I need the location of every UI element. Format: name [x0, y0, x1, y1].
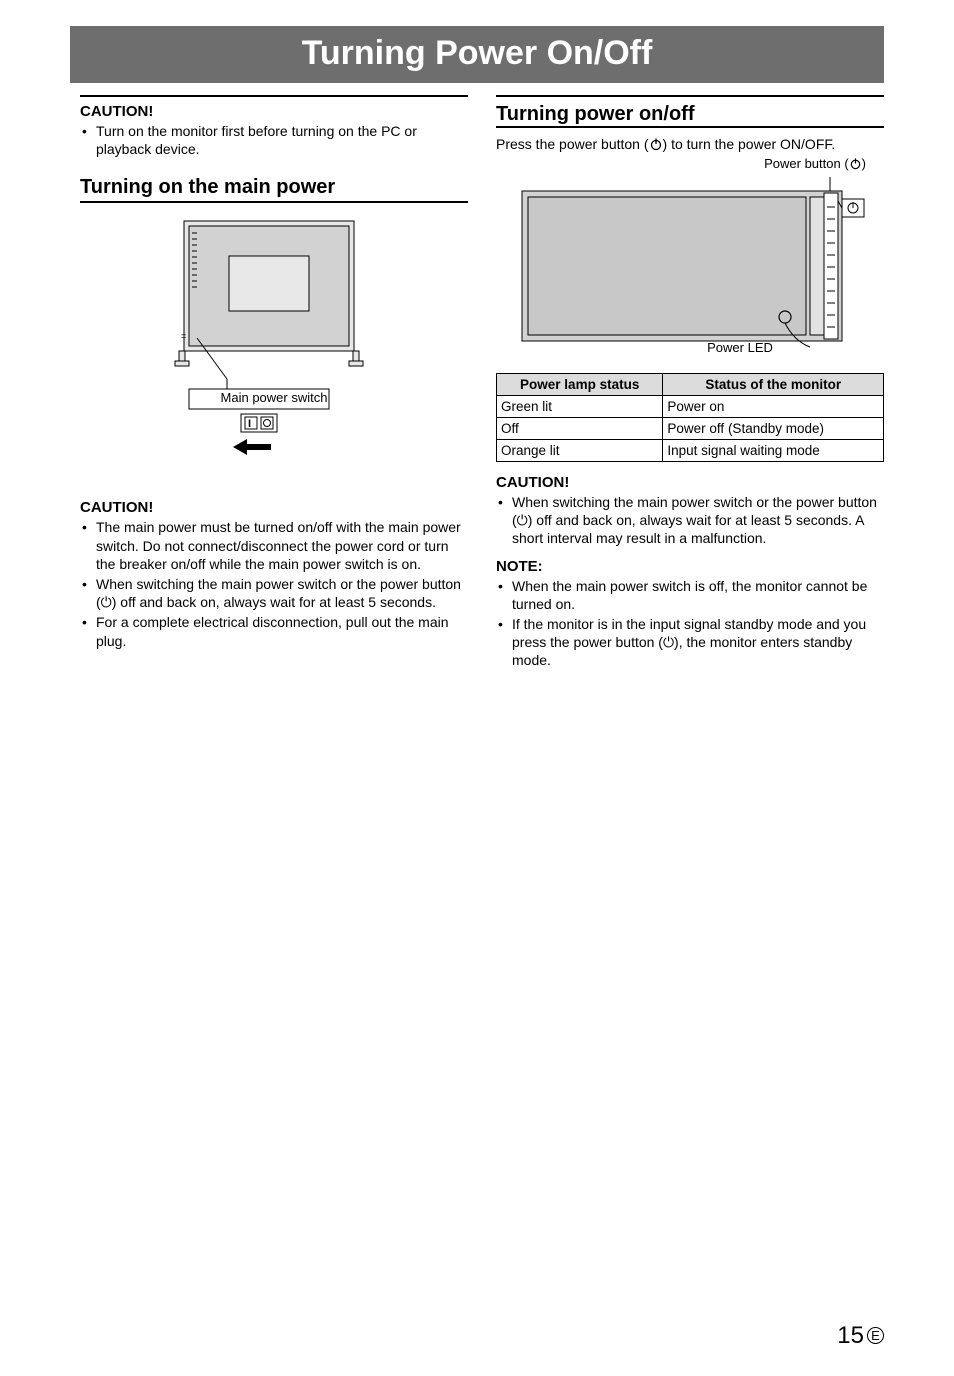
cell: Orange lit: [497, 440, 663, 462]
note-heading: NOTE:: [496, 558, 884, 575]
page-num-text: 15: [837, 1322, 864, 1349]
svg-text:=: =: [181, 331, 186, 341]
list-text: When switching the main power switch or …: [512, 493, 884, 548]
power-icon: [649, 137, 663, 151]
left-column: CAUTION! •Turn on the monitor first befo…: [80, 95, 468, 672]
list-item: •Turn on the monitor first before turnin…: [82, 122, 468, 158]
figure-label: Main power switch: [80, 390, 468, 405]
table-header: Power lamp status: [497, 374, 663, 396]
figure-label-led: Power LED: [546, 340, 934, 355]
text: ) to turn the power ON/OFF.: [663, 136, 836, 152]
list-item: •When the main power switch is off, the …: [498, 577, 884, 613]
caution-list: •The main power must be turned on/off wi…: [80, 518, 468, 649]
list-item: •The main power must be turned on/off wi…: [82, 518, 468, 573]
caution-heading: CAUTION!: [496, 474, 884, 491]
power-lamp-status-table: Power lamp status Status of the monitor …: [496, 373, 884, 462]
list-item: •When switching the main power switch or…: [82, 575, 468, 611]
list-text: The main power must be turned on/off wit…: [96, 518, 468, 573]
list-text: Turn on the monitor first before turning…: [96, 122, 468, 158]
rule: [80, 95, 468, 97]
list-item: •When switching the main power switch or…: [498, 493, 884, 548]
cell: Power on: [663, 396, 884, 418]
rule: [496, 126, 884, 128]
list-text: For a complete electrical disconnection,…: [96, 613, 468, 649]
list-item: •For a complete electrical disconnection…: [82, 613, 468, 649]
table-row: Orange litInput signal waiting mode: [497, 440, 884, 462]
caution-list: •Turn on the monitor first before turnin…: [80, 122, 468, 158]
cell: Green lit: [497, 396, 663, 418]
table-header: Status of the monitor: [663, 374, 884, 396]
figure-main-power: = I Main power switch: [80, 211, 468, 479]
caution-heading: CAUTION!: [80, 103, 468, 120]
text: Power button (: [764, 156, 849, 171]
list-text: If the monitor is in the input signal st…: [512, 615, 884, 670]
section-heading: Turning on the main power: [80, 176, 468, 203]
figure-label-power-button: Power button (): [496, 156, 884, 171]
list-text: When switching the main power switch or …: [96, 575, 468, 611]
list-item: •If the monitor is in the input signal s…: [498, 615, 884, 670]
svg-text:I: I: [248, 418, 251, 430]
text: ): [862, 156, 866, 171]
text: Press the power button (: [496, 136, 649, 152]
page-title-bar: Turning Power On/Off: [70, 26, 884, 83]
caution-heading: CAUTION!: [80, 499, 468, 516]
table-header-row: Power lamp status Status of the monitor: [497, 374, 884, 396]
page-number: 15E: [837, 1322, 884, 1350]
page-badge: E: [867, 1327, 884, 1344]
power-icon: [849, 157, 862, 170]
monitor-rear-illustration: = I: [149, 211, 399, 461]
two-column-layout: CAUTION! •Turn on the monitor first befo…: [80, 95, 884, 672]
cell: Input signal waiting mode: [663, 440, 884, 462]
table-row: OffPower off (Standby mode): [497, 418, 884, 440]
figure-front-panel: Power LED: [496, 177, 884, 375]
section-heading: Turning power on/off: [496, 103, 884, 128]
cell: Off: [497, 418, 663, 440]
cell: Power off (Standby mode): [663, 418, 884, 440]
right-column: Turning power on/off Press the power but…: [496, 95, 884, 672]
list-text: When the main power switch is off, the m…: [512, 577, 884, 613]
caution-list: •When switching the main power switch or…: [496, 493, 884, 548]
rule: [496, 95, 884, 97]
intro-text: Press the power button ( ) to turn the po…: [496, 136, 884, 152]
note-list: •When the main power switch is off, the …: [496, 577, 884, 670]
table-row: Green litPower on: [497, 396, 884, 418]
monitor-front-illustration: [510, 177, 870, 357]
